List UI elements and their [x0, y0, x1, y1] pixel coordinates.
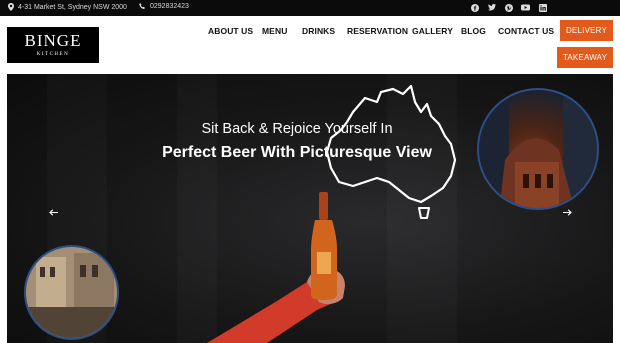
address-info: 4-31 Market St, Sydney NSW 2000: [8, 3, 127, 11]
site-header: BINGE KITCHEN ABOUT US MENU DRINKS RESER…: [0, 16, 620, 74]
phone-info[interactable]: 0292832423: [139, 3, 189, 10]
hero-slider: Sit Back & Rejoice Yourself In Perfect B…: [7, 74, 613, 343]
arrow-right-icon: [562, 208, 572, 216]
youtube-icon[interactable]: [521, 3, 530, 12]
social-links: [470, 3, 547, 12]
linkedin-icon[interactable]: [538, 3, 547, 12]
address-text: 4-31 Market St, Sydney NSW 2000: [18, 3, 127, 11]
slider-next-button[interactable]: [559, 204, 575, 220]
phone-text[interactable]: 0292832423: [150, 3, 189, 10]
logo-subtitle: KITCHEN: [36, 52, 70, 57]
pinterest-icon[interactable]: [504, 3, 513, 12]
main-nav: ABOUT US MENU DRINKS RESERVATION GALLERY…: [0, 26, 620, 40]
top-info-bar: 4-31 Market St, Sydney NSW 2000 02928324…: [0, 0, 620, 16]
twitter-icon[interactable]: [487, 3, 496, 12]
nav-item-menu[interactable]: MENU: [262, 26, 287, 36]
nav-item-gallery[interactable]: GALLERY: [412, 26, 453, 36]
nav-item-about-us[interactable]: ABOUT US: [208, 26, 253, 36]
street-photo: [26, 247, 117, 338]
takeaway-button[interactable]: TAKEAWAY: [557, 47, 613, 68]
hand-with-bottle-graphic: [207, 192, 345, 343]
location-pin-icon: [8, 3, 14, 11]
arrow-left-icon: [48, 208, 58, 216]
delivery-button[interactable]: DELIVERY: [560, 20, 613, 41]
street-photo-circle: [24, 245, 119, 340]
building-photo: [479, 90, 597, 208]
nav-item-blog[interactable]: BLOG: [461, 26, 486, 36]
nav-item-reservation[interactable]: RESERVATION: [347, 26, 408, 36]
phone-icon: [139, 3, 146, 10]
slider-prev-button[interactable]: [45, 204, 61, 220]
building-photo-circle: [477, 88, 599, 210]
nav-item-drinks[interactable]: DRINKS: [302, 26, 335, 36]
nav-item-contact-us[interactable]: CONTACT US: [498, 26, 554, 36]
facebook-icon[interactable]: [470, 3, 479, 12]
